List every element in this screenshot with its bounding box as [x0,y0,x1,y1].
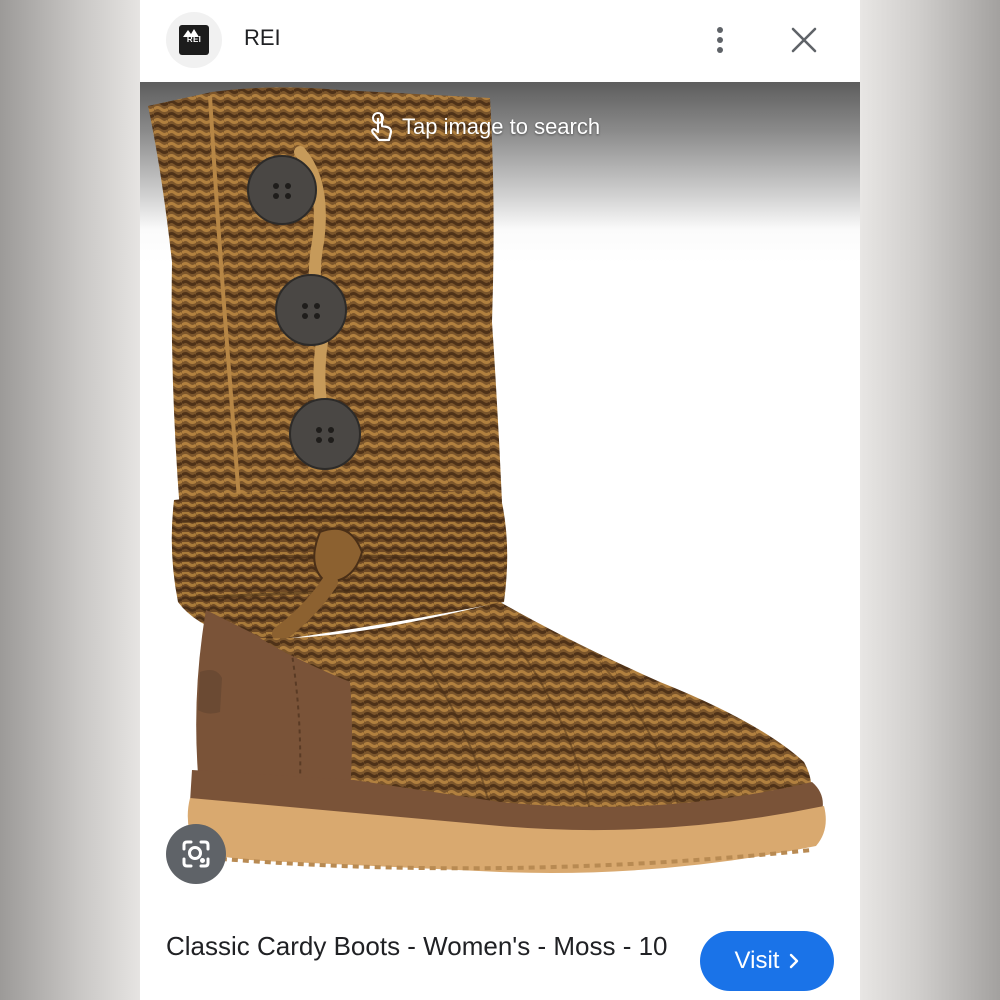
boot-button-top [247,155,317,225]
more-options-button[interactable] [706,20,734,60]
tap-to-search-hint: Tap image to search [368,112,600,142]
close-button[interactable] [784,20,824,60]
logo-text: REI [186,35,202,44]
hand-pointer-icon [371,112,393,142]
more-vert-icon [717,27,723,53]
product-title[interactable]: Classic Cardy Boots - Women's - Moss - 1… [166,930,686,963]
image-viewer-panel: REI REI Tap image to search Classic Card… [140,0,860,1000]
viewer-header: REI REI [140,0,860,82]
rei-logo-mark: REI [179,25,209,55]
visit-label: Visit [734,947,780,974]
lens-icon [182,840,210,868]
visit-button[interactable]: Visit [700,931,834,991]
close-icon [791,27,817,53]
site-name[interactable]: REI [244,25,281,51]
visual-search-button[interactable] [166,824,226,884]
knit-boot-image [148,87,826,873]
chevron-right-icon [790,953,799,969]
site-logo: REI [166,12,222,68]
product-image[interactable]: Tap image to search [140,82,860,905]
boot-button-middle [275,274,347,346]
boot-button-bottom [289,398,361,470]
hint-text: Tap image to search [402,114,601,139]
